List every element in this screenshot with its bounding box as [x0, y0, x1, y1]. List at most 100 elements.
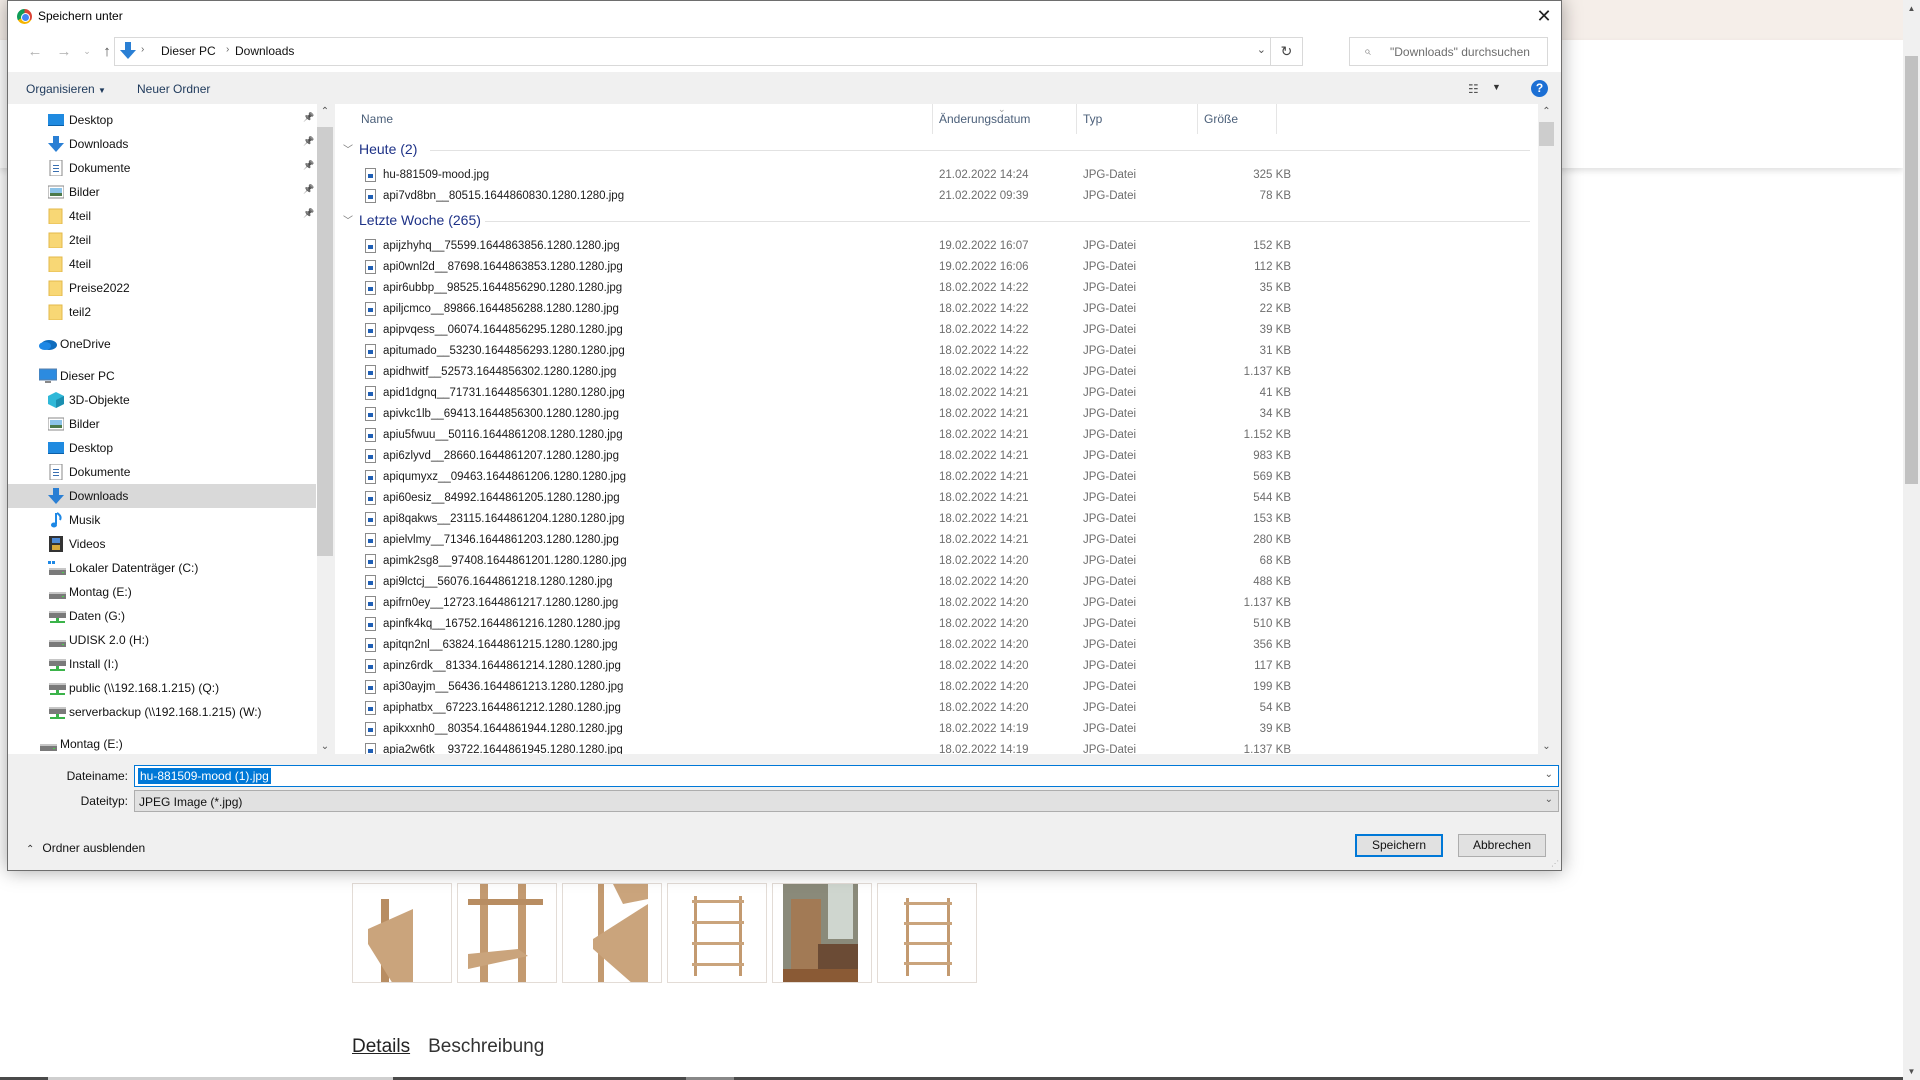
sidebar-item[interactable]: serverbackup (\\192.168.1.215) (W:) — [8, 700, 316, 724]
breadcrumb-downloads[interactable]: Downloads — [235, 44, 294, 58]
file-row[interactable]: api7vd8bn__80515.1644860830.1280.1280.jp… — [335, 186, 1535, 207]
refresh-button[interactable]: ↻ — [1270, 38, 1302, 65]
file-row[interactable]: hu-881509-mood.jpg 21.02.2022 14:24 JPG-Da… — [335, 165, 1535, 186]
address-dropdown-icon[interactable]: ⌄ — [1257, 43, 1266, 56]
file-row[interactable]: api8qakws__23115.1644861204.1280.1280.jp… — [335, 509, 1535, 530]
file-row[interactable]: api60esiz__84992.1644861205.1280.1280.jp… — [335, 488, 1535, 509]
organize-button[interactable]: Organisieren ▼ — [26, 82, 106, 96]
sidebar-item[interactable]: 2teil — [8, 228, 316, 252]
sidebar-item[interactable]: 3D-Objekte — [8, 388, 316, 412]
cancel-button[interactable]: Abbrechen — [1458, 834, 1546, 857]
sidebar-item[interactable]: Install (I:) — [8, 652, 316, 676]
scroll-up-icon[interactable]: ▲ — [1903, 0, 1920, 17]
sidebar-item[interactable]: Dokumente — [8, 460, 316, 484]
sidebar-item[interactable]: Desktop — [8, 436, 316, 460]
sidebar-item[interactable]: Downloads — [8, 484, 316, 508]
dialog-titlebar[interactable]: Speichern unter ✕ — [8, 1, 1561, 32]
sidebar-item[interactable]: teil2 — [8, 300, 316, 324]
breadcrumb-dieser-pc[interactable]: Dieser PC — [161, 44, 216, 58]
file-row[interactable]: apiphatbx__67223.1644861212.1280.1280.jp… — [335, 698, 1535, 719]
file-row[interactable]: apipvqess__06074.1644856295.1280.1280.jp… — [335, 320, 1535, 341]
product-thumbnail[interactable] — [667, 883, 767, 983]
sidebar-item[interactable]: Lokaler Datenträger (C:) — [8, 556, 316, 580]
filename-input[interactable]: hu-881509-mood (1).jpg ⌄ — [134, 765, 1559, 787]
file-list-scrollbar[interactable]: ⌃ ⌄ — [1538, 104, 1555, 754]
sidebar-item[interactable]: UDISK 2.0 (H:) — [8, 628, 316, 652]
sidebar-item[interactable]: public (\\192.168.1.215) (Q:) — [8, 676, 316, 700]
view-options-icon[interactable]: ☷ — [1468, 82, 1479, 96]
help-button[interactable]: ? — [1531, 80, 1548, 97]
sidebar-item[interactable]: Bilder — [8, 412, 316, 436]
file-row[interactable]: api9lctcj__56076.1644861218.1280.1280.jp… — [335, 572, 1535, 593]
file-group-header[interactable]: ﹀ Heute (2) — [335, 139, 1535, 159]
file-row[interactable]: apikxxnh0__80354.1644861944.1280.1280.jp… — [335, 719, 1535, 740]
file-group-header[interactable]: ﹀ Letzte Woche (265) — [335, 210, 1535, 230]
file-row[interactable]: api6zlyvd__28660.1644861207.1280.1280.jp… — [335, 446, 1535, 467]
file-row[interactable]: apidhwitf__52573.1644856302.1280.1280.jp… — [335, 362, 1535, 383]
file-row[interactable]: apivkc1lb__69413.1644856300.1280.1280.jp… — [335, 404, 1535, 425]
file-row[interactable]: apinz6rdk__81334.1644861214.1280.1280.jp… — [335, 656, 1535, 677]
resize-grip-icon[interactable]: ⋰ — [1551, 859, 1559, 868]
navigation-pane-scrollbar-thumb[interactable] — [317, 127, 333, 556]
sidebar-item[interactable]: Downloads 📌 — [8, 132, 316, 156]
navigation-pane-scrollbar[interactable]: ⌃ ⌄ — [317, 104, 333, 754]
sidebar-item[interactable]: Montag (E:) — [8, 732, 316, 754]
sidebar-item[interactable]: Preise2022 — [8, 276, 316, 300]
filetype-select[interactable]: JPEG Image (*.jpg) ⌄ — [134, 790, 1559, 812]
product-thumbnail[interactable] — [562, 883, 662, 983]
sidebar-item[interactable]: 4teil — [8, 252, 316, 276]
page-scrollbar[interactable]: ▲ ▼ — [1903, 0, 1920, 1080]
column-type[interactable]: Typ — [1083, 112, 1102, 126]
product-thumbnail[interactable] — [877, 883, 977, 983]
page-scrollbar-thumb[interactable] — [1905, 56, 1918, 484]
back-button[interactable]: ← — [25, 43, 45, 60]
sidebar-item[interactable]: Montag (E:) — [8, 580, 316, 604]
product-thumbnail[interactable] — [772, 883, 872, 983]
column-size[interactable]: Größe — [1204, 112, 1238, 126]
scroll-down-icon[interactable]: ⌄ — [317, 741, 333, 752]
file-row[interactable]: apitqn2nl__63824.1644861215.1280.1280.jp… — [335, 635, 1535, 656]
product-thumbnail[interactable] — [457, 883, 557, 983]
column-name[interactable]: Name — [361, 112, 393, 126]
forward-button[interactable]: → — [54, 43, 74, 60]
file-row[interactable]: apitumado__53230.1644856293.1280.1280.jp… — [335, 341, 1535, 362]
file-list-scrollbar-thumb[interactable] — [1539, 122, 1554, 146]
product-thumbnail[interactable] — [352, 883, 452, 983]
scroll-down-icon[interactable]: ⌄ — [1538, 741, 1555, 752]
file-row[interactable]: apiu5fwuu__50116.1644861208.1280.1280.jp… — [335, 425, 1535, 446]
save-button[interactable]: Speichern — [1355, 834, 1443, 857]
sidebar-item[interactable]: OneDrive — [8, 332, 316, 356]
chevron-down-icon[interactable]: ⌄ — [1545, 769, 1553, 780]
file-row[interactable]: api30ayjm__56436.1644861213.1280.1280.jp… — [335, 677, 1535, 698]
sidebar-item[interactable]: Dieser PC — [8, 364, 316, 388]
scroll-up-icon[interactable]: ⌃ — [1538, 106, 1555, 117]
file-row[interactable]: apir6ubbp__98525.1644856290.1280.1280.jp… — [335, 278, 1535, 299]
file-row[interactable]: apiqumyxz__09463.1644861206.1280.1280.jp… — [335, 467, 1535, 488]
close-button[interactable]: ✕ — [1527, 1, 1561, 32]
sidebar-item[interactable]: Bilder 📌 — [8, 180, 316, 204]
column-date[interactable]: Änderungsdatum — [939, 112, 1030, 126]
sidebar-item[interactable]: Videos — [8, 532, 316, 556]
tab-details[interactable]: Details — [352, 1036, 410, 1058]
view-dropdown-icon[interactable]: ▼ — [1492, 82, 1501, 92]
sidebar-item[interactable]: Musik — [8, 508, 316, 532]
file-row[interactable]: apielvlmy__71346.1644861203.1280.1280.jp… — [335, 530, 1535, 551]
file-row[interactable]: apid1dgnq__71731.1644856301.1280.1280.jp… — [335, 383, 1535, 404]
file-row[interactable]: api0wnl2d__87698.1644863853.1280.1280.jp… — [335, 257, 1535, 278]
sidebar-item[interactable]: Dokumente 📌 — [8, 156, 316, 180]
sidebar-item[interactable]: Daten (G:) — [8, 604, 316, 628]
file-row[interactable]: apinfk4kq__16752.1644861216.1280.1280.jp… — [335, 614, 1535, 635]
tab-beschreibung[interactable]: Beschreibung — [428, 1036, 544, 1058]
file-row[interactable]: apifrn0ey__12723.1644861217.1280.1280.jp… — [335, 593, 1535, 614]
address-bar[interactable]: › Dieser PC › Downloads ⌄ ↻ — [114, 37, 1303, 66]
scroll-up-icon[interactable]: ⌃ — [317, 106, 333, 117]
sidebar-item[interactable]: Desktop 📌 — [8, 108, 316, 132]
scroll-down-icon[interactable]: ▼ — [1903, 1063, 1920, 1080]
hide-folders-toggle[interactable]: ⌃ Ordner ausblenden — [26, 841, 145, 855]
search-input[interactable]: ⌕ "Downloads" durchsuchen — [1349, 37, 1548, 66]
new-folder-button[interactable]: Neuer Ordner — [137, 82, 210, 96]
file-row[interactable]: apia2w6tk__93722.1644861945.1280.1280.jp… — [335, 740, 1535, 754]
file-row[interactable]: apimk2sg8__97408.1644861201.1280.1280.jp… — [335, 551, 1535, 572]
recent-locations-button[interactable]: ⌄ — [77, 46, 97, 57]
file-row[interactable]: apijzhyhq__75599.1644863856.1280.1280.jp… — [335, 236, 1535, 257]
